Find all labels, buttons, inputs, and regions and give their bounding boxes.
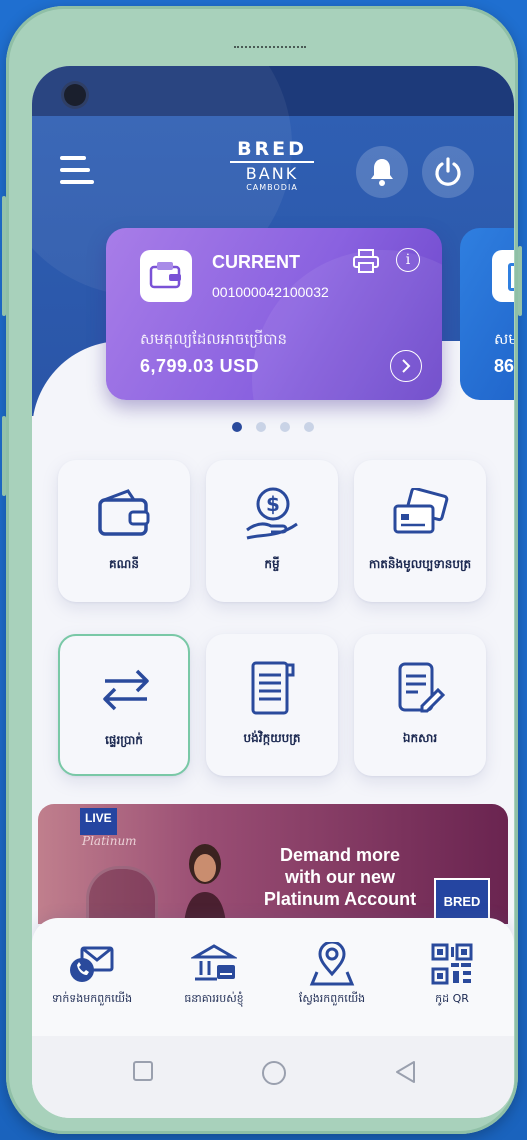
balance-amount-next: 86	[494, 356, 514, 376]
contact-mail-phone-icon	[32, 940, 152, 988]
menu-label: ឯកសារ	[402, 731, 438, 745]
location-pin-icon	[272, 940, 392, 988]
menu-label: គណនី	[109, 557, 139, 571]
bill-receipt-icon	[242, 660, 302, 716]
menu-tile-cards[interactable]: កាតនិងមូលប្បទានបត្រ	[354, 460, 486, 602]
banner-line: Platinum Account	[263, 889, 417, 909]
hamburger-icon[interactable]	[60, 154, 96, 188]
bank-building-image	[86, 866, 158, 924]
wallet-icon	[94, 486, 154, 542]
bank-icon	[154, 940, 274, 988]
menu-tile-accounts[interactable]: គណនី	[58, 460, 190, 602]
promo-banner[interactable]: LIVE Platinum Demand more with our new P…	[38, 804, 508, 924]
loan-coin-hand-icon: $	[242, 486, 302, 542]
menu-tile-documents[interactable]: ឯកសារ	[354, 634, 486, 776]
side-button	[2, 416, 6, 496]
carousel-dot[interactable]	[304, 422, 314, 432]
menu-label: ផ្ទេរប្រាក់	[105, 733, 143, 747]
menu-tile-loans[interactable]: $ កម្ចី	[206, 460, 338, 602]
balance-label-next: សម	[494, 330, 514, 348]
wallet-icon	[140, 250, 192, 302]
bell-icon	[371, 159, 393, 186]
carousel-dot[interactable]	[232, 422, 242, 432]
recents-square-icon[interactable]	[132, 1060, 154, 1086]
document-edit-icon	[390, 660, 450, 716]
carousel-dot[interactable]	[280, 422, 290, 432]
menu-tile-bill-payment[interactable]: បង់វិក្កយបត្រ	[206, 634, 338, 776]
banner-line: Demand more	[279, 845, 401, 865]
power-hardware-button	[518, 246, 522, 316]
account-type: CURRENT	[212, 252, 300, 272]
cards-icon	[390, 486, 450, 542]
live-badge: LIVE	[80, 808, 117, 835]
info-icon[interactable]: i	[396, 248, 420, 272]
volume-button	[2, 196, 6, 316]
nav-find-us[interactable]: ស្វែងរកពួកយើង	[272, 940, 392, 1008]
logo-bred: BRED	[230, 138, 314, 163]
nav-label: ធនាគាររបស់ខ្ញុំ	[184, 992, 244, 1005]
phone-frame: BRED BANK CAMBODIA CURRENT 0010000421000…	[2, 6, 522, 1134]
menu-label: កាតនិងមូលប្បទានបត្រ	[368, 557, 472, 571]
platinum-script: Platinum	[82, 834, 137, 848]
menu-label: កម្ចី	[264, 557, 280, 571]
banner-headline: Demand more with our new Platinum Accoun…	[252, 844, 428, 910]
balance-label: សមតុល្យដែលអាចប្រើបាន	[140, 330, 287, 348]
carousel-indicator	[232, 422, 314, 432]
transfer-arrows-icon	[96, 662, 156, 718]
carousel-dot[interactable]	[256, 422, 266, 432]
app-screen: BRED BANK CAMBODIA CURRENT 0010000421000…	[32, 66, 514, 1118]
balance-amount: 6,799.03 USD	[140, 356, 260, 376]
model-photo	[184, 844, 226, 924]
logout-button[interactable]	[422, 146, 474, 198]
qr-code-icon	[392, 940, 512, 988]
phone-speaker	[234, 36, 306, 48]
menu-label: បង់វិក្កយបត្រ	[243, 731, 301, 745]
chevron-right-icon[interactable]	[390, 350, 422, 382]
logo-bank: BANK	[245, 164, 299, 183]
banner-line: with our new	[285, 867, 395, 887]
account-card-next[interactable]: សម 86	[460, 228, 514, 400]
bred-logo: BRED BANK CAMBODIA	[230, 138, 314, 192]
nav-label: កូដ QR	[435, 992, 469, 1005]
account-card-current[interactable]: CURRENT 001000042100032 i សមតុល្យដែលអាចប…	[106, 228, 442, 400]
nav-label: ទាក់ទងមកពួកយើង	[51, 992, 133, 1005]
nav-my-bank[interactable]: ធនាគាររបស់ខ្ញុំ	[154, 940, 274, 1008]
home-circle-icon[interactable]	[261, 1060, 287, 1090]
svg-text:$: $	[266, 492, 280, 516]
back-triangle-icon[interactable]	[394, 1060, 416, 1088]
system-nav-bar	[32, 1036, 514, 1118]
phone-card-icon	[492, 250, 514, 302]
notifications-button[interactable]	[356, 146, 408, 198]
printer-icon[interactable]	[352, 248, 380, 278]
bottom-nav: ទាក់ទងមកពួកយើង ធនាគាររបស់ខ្ញុំ ស្វែងរកពួ…	[32, 918, 514, 1036]
menu-tile-transfer[interactable]: ផ្ទេរប្រាក់	[58, 634, 190, 776]
nav-contact-us[interactable]: ទាក់ទងមកពួកយើង	[32, 940, 152, 1008]
account-number: 001000042100032	[212, 284, 329, 300]
logo-cambodia: CAMBODIA	[246, 183, 298, 192]
nav-label: ស្វែងរកពួកយើង	[298, 992, 366, 1005]
power-icon	[435, 157, 461, 186]
nav-qr-code[interactable]: កូដ QR	[392, 940, 512, 1008]
